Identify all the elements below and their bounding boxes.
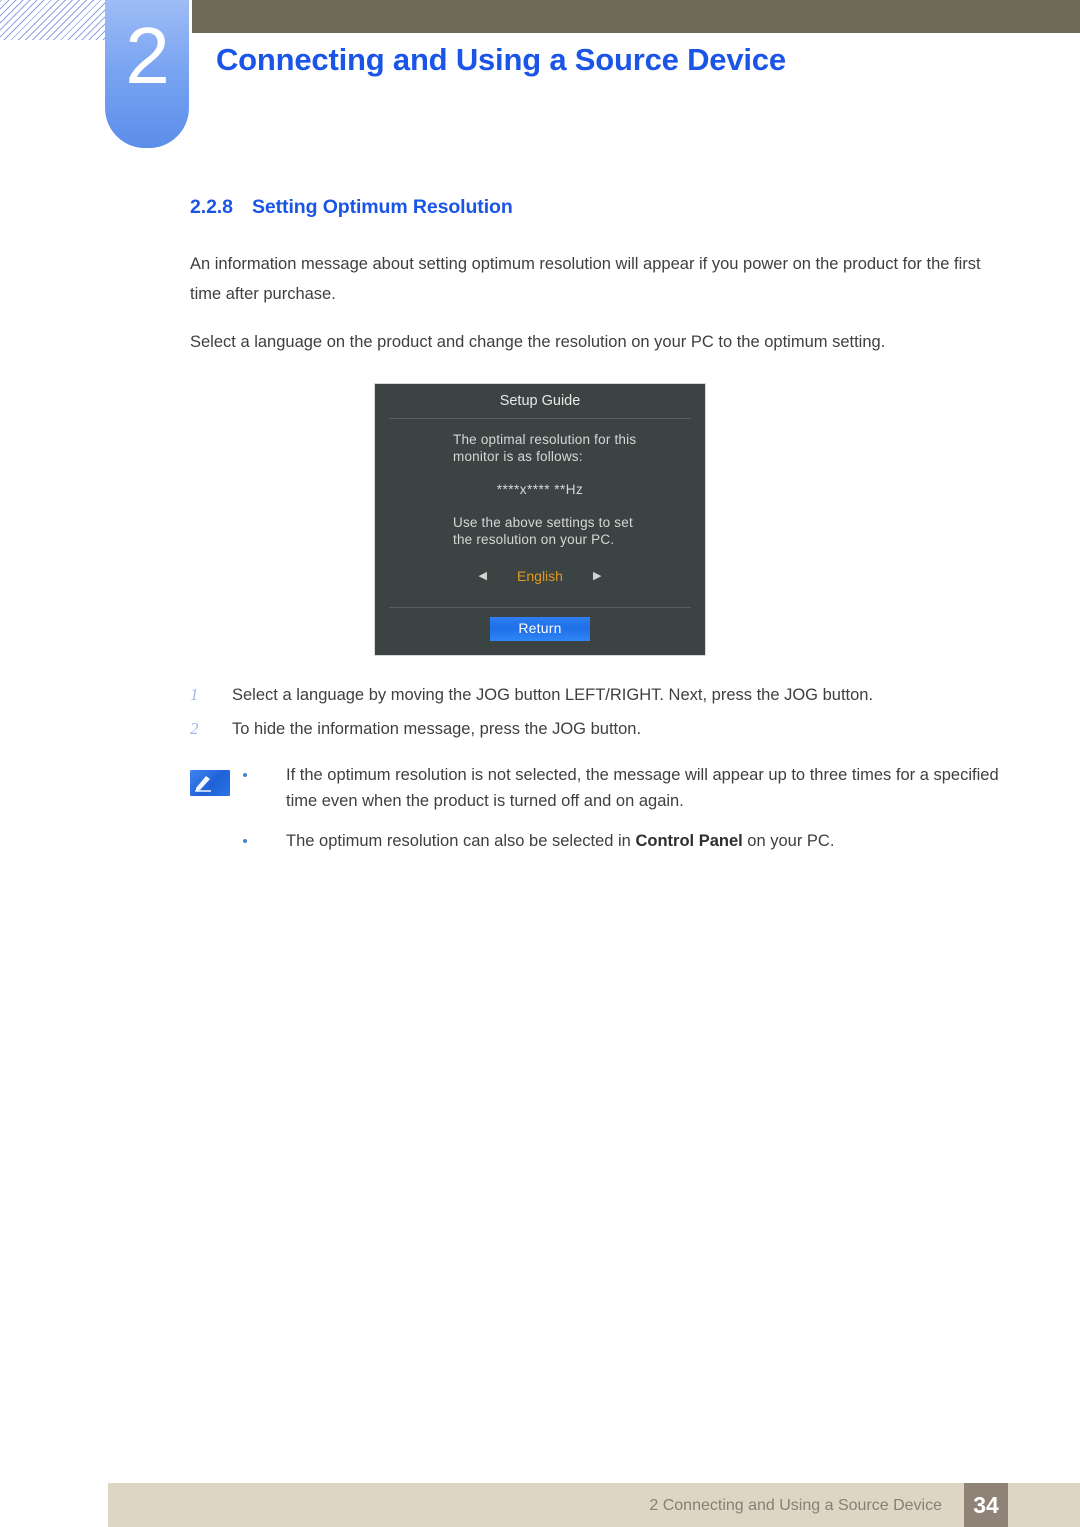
chapter-badge: 2 (105, 0, 189, 148)
osd-language-value[interactable]: English (513, 568, 567, 585)
intro-paragraph-2: Select a language on the product and cha… (190, 333, 886, 351)
decorative-hatch-pattern (0, 0, 118, 40)
footer-chapter-label: 2 Connecting and Using a Source Device (649, 1497, 942, 1514)
osd-figure: Setup Guide The optimal resolution for t… (0, 383, 1080, 656)
page-content: 2.2.8 Setting Optimum Resolution An infor… (0, 196, 1080, 868)
step-text: To hide the information message, press t… (232, 720, 642, 738)
intro-paragraph-1: An information message about setting opt… (190, 255, 981, 303)
osd-return-button[interactable]: Return (490, 617, 590, 641)
osd-resolution-value: ****x**** **Hz (496, 482, 584, 497)
osd-panel: Setup Guide The optimal resolution for t… (374, 383, 706, 656)
page-header: 2 Connecting and Using a Source Device (0, 0, 1080, 160)
osd-title: Setup Guide (499, 393, 581, 409)
page-footer: 2 Connecting and Using a Source Device 3… (0, 1460, 1080, 1527)
right-arrow-icon[interactable]: ▶ (593, 571, 601, 582)
page-number: 34 (964, 1483, 1008, 1527)
note-pen-icon (190, 770, 230, 796)
chapter-number: 2 (125, 11, 169, 100)
step-item: 2 To hide the information message, press… (190, 712, 1010, 746)
note-item: If the optimum resolution is not selecte… (230, 762, 1020, 814)
osd-body-line-2: monitor is as follows: (453, 449, 583, 464)
step-number: 1 (190, 685, 199, 704)
step-text: Select a language by moving the JOG butt… (232, 686, 874, 704)
note-text-bold: Control Panel (635, 832, 743, 850)
step-item: 1 Select a language by moving the JOG bu… (190, 678, 1010, 712)
note-text-suffix: on your PC. (742, 832, 835, 850)
note-list: If the optimum resolution is not selecte… (230, 762, 1020, 868)
osd-body-line-4: the resolution on your PC. (453, 532, 615, 547)
note-text-prefix: The optimum resolution can also be selec… (286, 832, 636, 850)
step-number: 2 (190, 719, 199, 738)
osd-body-line-1: The optimal resolution for this (453, 432, 637, 447)
section-heading: 2.2.8 Setting Optimum Resolution (190, 196, 1080, 219)
osd-footer: Return (375, 608, 705, 655)
osd-body-line-3: Use the above settings to set (453, 515, 633, 530)
note-block: If the optimum resolution is not selecte… (190, 762, 1020, 868)
header-olive-bar (192, 0, 1080, 33)
osd-language-selector[interactable]: ◀ English ▶ (375, 568, 705, 585)
left-arrow-icon[interactable]: ◀ (479, 571, 487, 582)
osd-body: The optimal resolution for this monitor … (375, 419, 705, 607)
note-text: If the optimum resolution is not selecte… (286, 766, 999, 810)
step-list: 1 Select a language by moving the JOG bu… (190, 678, 1010, 746)
section-number: 2.2.8 (190, 196, 233, 218)
note-item: The optimum resolution can also be selec… (230, 828, 1020, 854)
section-title: Setting Optimum Resolution (252, 196, 513, 218)
chapter-title: Connecting and Using a Source Device (216, 42, 786, 77)
